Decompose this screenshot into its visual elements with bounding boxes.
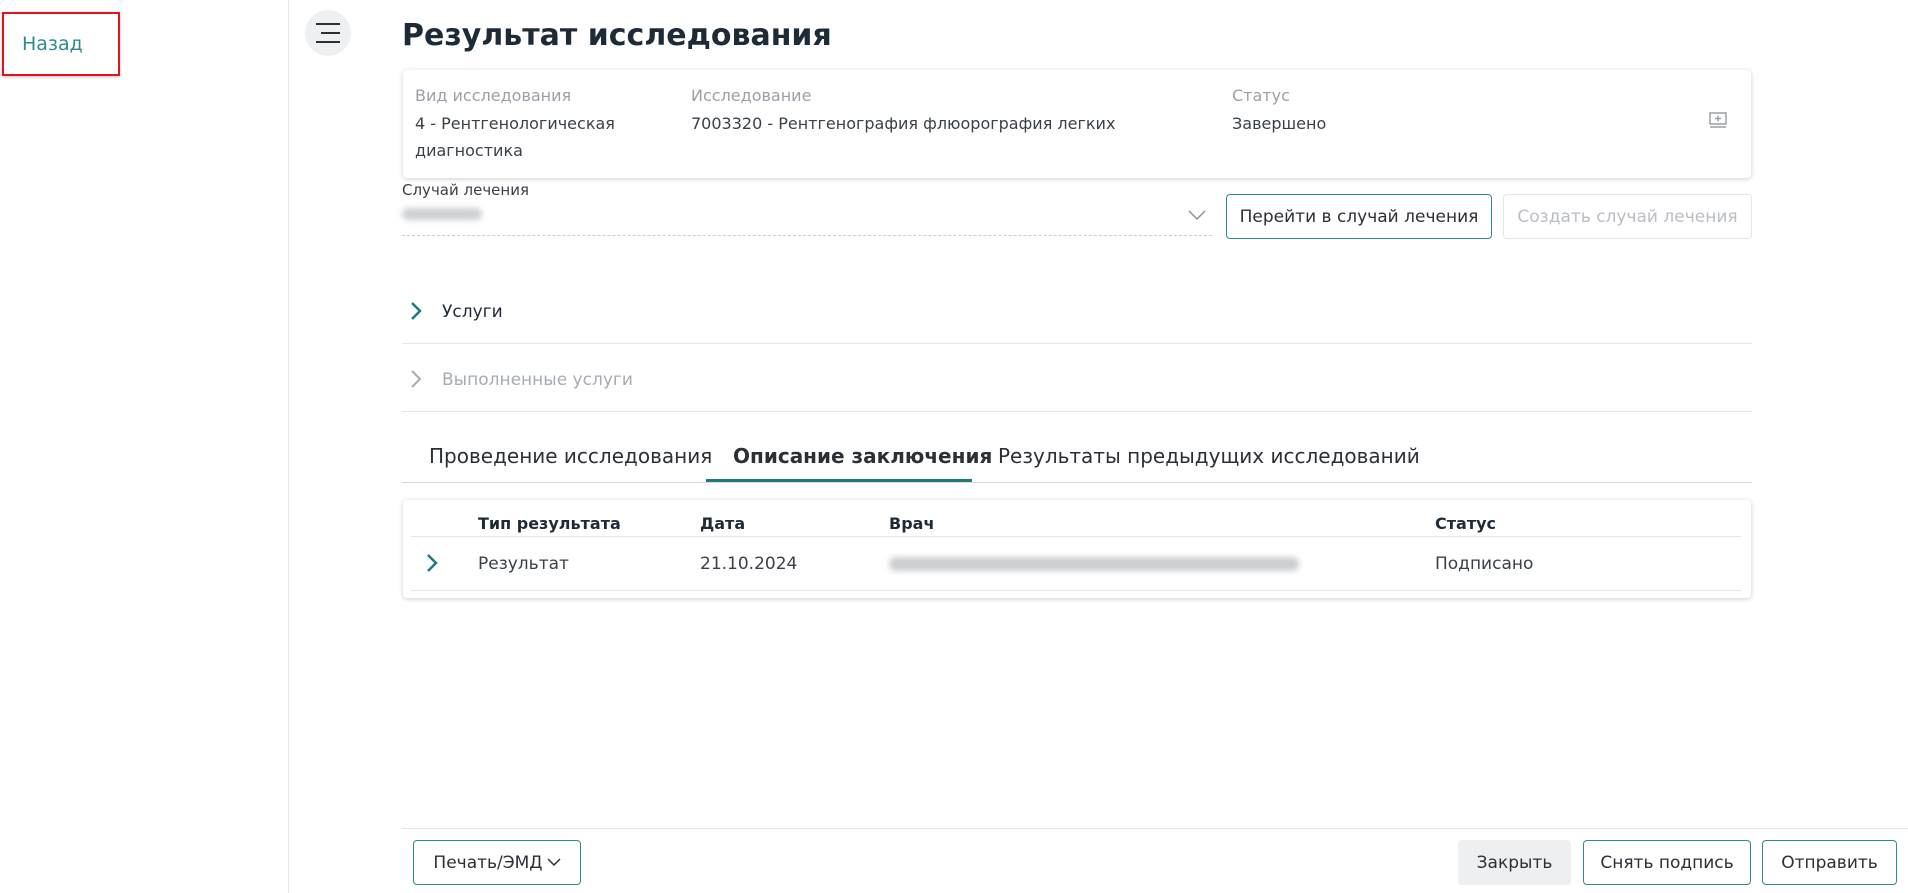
- menu-icon: [316, 23, 340, 43]
- completed-services-section-title: Выполненные услуги: [442, 370, 633, 390]
- table-row-divider: [411, 590, 1741, 591]
- status-value: Завершено: [1232, 114, 1327, 133]
- menu-button[interactable]: [305, 10, 351, 56]
- footer-divider: [402, 828, 1908, 829]
- status-label: Статус: [1232, 86, 1290, 105]
- study-type-value-line2: диагностика: [415, 141, 523, 160]
- active-tab-indicator: [706, 479, 972, 482]
- column-header-result-type: Тип результата: [478, 514, 621, 533]
- table-cell-doctor-redacted: [889, 557, 1299, 571]
- remove-signature-button[interactable]: Снять подпись: [1583, 840, 1751, 885]
- chevron-right-icon: [411, 370, 422, 388]
- tab-conclusion-description[interactable]: Описание заключения: [733, 444, 992, 468]
- page-title: Результат исследования: [402, 18, 832, 53]
- tabs: Проведение исследования Описание заключе…: [402, 432, 1752, 483]
- tab-study-conduct[interactable]: Проведение исследования: [429, 444, 712, 468]
- treatment-case-value-redacted: [402, 208, 482, 220]
- chevron-down-icon: [547, 858, 561, 867]
- chevron-right-icon: [411, 302, 422, 320]
- treatment-case-select[interactable]: [402, 203, 1212, 236]
- card-detail-icon[interactable]: [1709, 112, 1727, 128]
- create-treatment-case-button[interactable]: Создать случай лечения: [1503, 194, 1752, 239]
- table-cell-result-type: Результат: [478, 554, 569, 574]
- goto-treatment-case-button[interactable]: Перейти в случай лечения: [1226, 194, 1492, 239]
- column-header-date: Дата: [700, 514, 746, 533]
- treatment-case-label: Случай лечения: [402, 181, 529, 199]
- column-header-status: Статус: [1435, 514, 1496, 533]
- services-section[interactable]: Услуги: [402, 275, 1752, 344]
- print-emd-button-label: Печать/ЭМД: [433, 852, 543, 873]
- study-label: Исследование: [691, 86, 812, 105]
- study-type-label: Вид исследования: [415, 86, 572, 105]
- study-info-card: Вид исследования 4 - Рентгенологическая …: [403, 70, 1751, 178]
- close-button[interactable]: Закрыть: [1458, 840, 1571, 885]
- print-emd-button[interactable]: Печать/ЭМД: [413, 840, 581, 885]
- services-section-title: Услуги: [442, 302, 503, 322]
- send-button[interactable]: Отправить: [1762, 840, 1897, 885]
- study-type-value-line1: 4 - Рентгенологическая: [415, 114, 615, 133]
- study-value: 7003320 - Рентгенография флюорография ле…: [691, 114, 1116, 133]
- table-cell-date: 21.10.2024: [700, 554, 798, 574]
- back-link[interactable]: Назад: [22, 33, 83, 55]
- completed-services-section[interactable]: Выполненные услуги: [402, 343, 1752, 412]
- table-cell-status: Подписано: [1435, 554, 1534, 574]
- chevron-right-icon[interactable]: [425, 552, 439, 574]
- sidebar: Назад: [0, 0, 289, 893]
- chevron-down-icon[interactable]: [1188, 210, 1206, 220]
- table-header-divider: [411, 536, 1741, 537]
- column-header-doctor: Врач: [889, 514, 935, 533]
- tab-previous-results[interactable]: Результаты предыдущих исследований: [998, 444, 1420, 468]
- results-table: Тип результата Дата Врач Статус Результа…: [403, 500, 1751, 598]
